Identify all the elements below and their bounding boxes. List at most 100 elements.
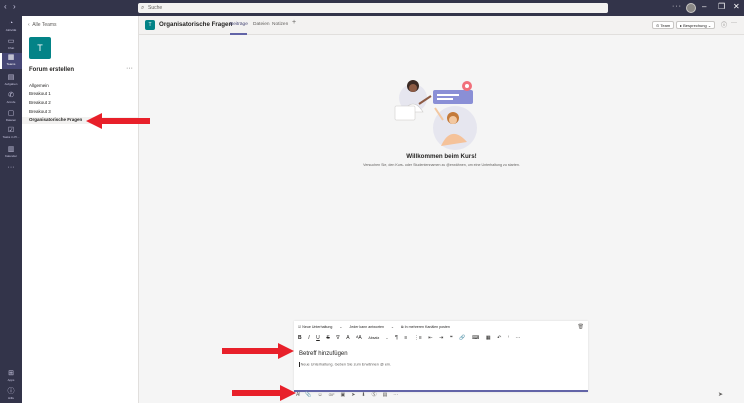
rail-label: Anrufe bbox=[6, 100, 16, 104]
camera-icon: ▸ bbox=[680, 23, 683, 28]
table-button[interactable]: ▦ bbox=[486, 335, 491, 341]
tab-notes[interactable]: Notizen bbox=[272, 22, 288, 27]
code-button[interactable]: ⌨ bbox=[472, 335, 479, 341]
numbered-list-button[interactable]: ⋮≡ bbox=[414, 335, 422, 341]
subject-field[interactable]: Betreff hinzufügen bbox=[299, 351, 348, 357]
rail-item-files[interactable]: ▢ Dateien bbox=[0, 110, 22, 122]
praise-icon[interactable]: ⬇ bbox=[361, 392, 365, 398]
compose-more-icon[interactable]: ··· bbox=[393, 392, 398, 398]
tab-posts[interactable]: Beiträge bbox=[230, 22, 248, 27]
clear-format-button[interactable]: ¶ bbox=[395, 335, 398, 341]
bold-button[interactable]: B bbox=[298, 335, 302, 341]
info-icon[interactable]: ⓘ bbox=[721, 20, 727, 29]
attach-icon[interactable]: 📎 bbox=[305, 392, 311, 398]
meet-now-icon[interactable]: ➤ bbox=[351, 392, 355, 398]
compose-box[interactable]: ☑ Neue Unterhaltung ⌄ Jeder kann antwort… bbox=[294, 321, 588, 392]
back-nav-icon[interactable]: ‹ bbox=[4, 2, 7, 11]
rail-item-planner[interactable]: ☑ Tasks in Pl... bbox=[0, 127, 22, 139]
apps-icon: ⊞ bbox=[8, 370, 14, 377]
sticker-icon[interactable]: ▣ bbox=[340, 392, 345, 398]
bell-icon: ◔ bbox=[8, 20, 14, 27]
rail-label: Kalender bbox=[4, 154, 17, 158]
rail-item-calendar[interactable]: ▥ Kalender bbox=[0, 146, 22, 158]
message-body-field[interactable]: Neue Unterhaltung. Geben Sie zum Erwähne… bbox=[299, 362, 391, 367]
rail-label: Dateien bbox=[5, 118, 17, 122]
header-more-icon[interactable]: ··· bbox=[731, 20, 737, 26]
more-icon[interactable]: ··· bbox=[672, 3, 682, 10]
important-button[interactable]: ⁱ bbox=[508, 335, 509, 341]
italic-button[interactable]: I bbox=[308, 335, 309, 341]
rail-label: Apps bbox=[7, 378, 15, 382]
rail-item-calls[interactable]: ✆ Anrufe bbox=[0, 92, 22, 104]
rail-item-help[interactable]: ⓘ Hilfe bbox=[0, 388, 22, 400]
welcome-title: Willkommen beim Kurs! bbox=[406, 153, 477, 160]
format-more-button[interactable]: ··· bbox=[515, 335, 520, 341]
close-icon[interactable]: ✕ bbox=[733, 2, 740, 11]
chat-icon: ▭ bbox=[7, 38, 15, 45]
active-tab-underline bbox=[230, 33, 247, 35]
team-button-label: Team bbox=[660, 23, 671, 28]
underline-button[interactable]: U bbox=[316, 335, 320, 341]
rail-item-activity[interactable]: ◔ Aktivität bbox=[0, 20, 22, 32]
font-color-button[interactable]: A bbox=[346, 335, 349, 341]
format-icon[interactable]: A̸ bbox=[296, 392, 299, 398]
forms-icon[interactable]: ▤ bbox=[383, 392, 388, 398]
rail-label: Tasks in Pl... bbox=[2, 135, 20, 139]
channel-item[interactable]: Breakout 1 bbox=[29, 91, 51, 96]
maximize-icon[interactable]: ❐ bbox=[718, 2, 725, 11]
paragraph-dropdown[interactable]: Absatz ⌄ bbox=[368, 336, 388, 340]
rail-more-icon[interactable]: ··· bbox=[0, 164, 22, 171]
gif-icon[interactable]: GIF bbox=[329, 393, 335, 397]
channel-item[interactable]: Breakout 2 bbox=[29, 100, 51, 105]
strikethrough-button[interactable]: S bbox=[326, 335, 329, 341]
rail-item-assignments[interactable]: ▤ Aufgaben bbox=[0, 74, 22, 86]
outdent-button[interactable]: ⇤ bbox=[428, 335, 432, 341]
undo-button[interactable]: ↶ bbox=[497, 335, 501, 341]
team-avatar[interactable]: T bbox=[29, 37, 51, 59]
welcome-illustration bbox=[394, 80, 477, 150]
channel-header: T Organisatorische Fragen Beiträge Datei… bbox=[139, 16, 744, 35]
send-icon[interactable]: ➤ bbox=[718, 391, 723, 398]
stream-icon[interactable]: Ⓢ bbox=[372, 391, 377, 398]
rail-label: Aufgaben bbox=[4, 82, 18, 86]
channel-item[interactable]: Breakout 3 bbox=[29, 109, 51, 114]
chevron-down-icon: ⌄ bbox=[707, 23, 712, 28]
text-caret bbox=[299, 362, 300, 367]
team-more-icon[interactable]: ··· bbox=[126, 65, 133, 72]
emoji-icon[interactable]: ☺ bbox=[318, 392, 323, 398]
rail-item-teams[interactable]: ▦ Teams bbox=[0, 53, 22, 69]
multi-channel-toggle[interactable]: ⧉ In mehreren Kanälen posten bbox=[401, 325, 456, 329]
avatar[interactable] bbox=[686, 3, 696, 13]
rail-label: Teams bbox=[6, 62, 16, 66]
search-input[interactable]: ⌕ Suche bbox=[138, 3, 608, 13]
minimize-icon[interactable]: – bbox=[702, 2, 706, 11]
team-button[interactable]: ⊙ Team bbox=[652, 21, 675, 29]
rail-item-chat[interactable]: ▭ Chat bbox=[0, 38, 22, 50]
link-button[interactable]: 🔗 bbox=[459, 335, 465, 341]
channel-avatar: T bbox=[145, 20, 155, 30]
team-name: Forum erstellen bbox=[29, 67, 75, 73]
indent-button[interactable]: ⇥ bbox=[439, 335, 443, 341]
files-icon: ▢ bbox=[7, 110, 15, 117]
forward-nav-icon[interactable]: › bbox=[13, 2, 16, 11]
bullet-list-button[interactable]: ≡ bbox=[404, 335, 407, 341]
channel-item[interactable]: Allgemein bbox=[29, 83, 49, 88]
help-icon: ⓘ bbox=[7, 388, 15, 395]
teams-icon: ▦ bbox=[7, 54, 15, 61]
chevron-left-icon: ‹ bbox=[28, 22, 30, 28]
font-size-button[interactable]: ᴬA bbox=[356, 335, 362, 341]
all-teams-link[interactable]: ‹ Alle Teams bbox=[28, 22, 57, 28]
add-tab-icon[interactable]: + bbox=[292, 19, 296, 26]
delete-icon[interactable]: 🗑 bbox=[578, 324, 584, 330]
reply-permission-dropdown[interactable]: Jeder kann antworten ⌄ bbox=[349, 325, 394, 329]
new-conversation-dropdown[interactable]: ☑ Neue Unterhaltung ⌄ bbox=[298, 325, 342, 329]
highlight-button[interactable]: ∇ bbox=[336, 335, 339, 341]
annotation-arrow-subject bbox=[222, 343, 294, 359]
conversation-type-label: Neue Unterhaltung bbox=[302, 325, 333, 329]
tab-files[interactable]: Dateien bbox=[253, 22, 270, 27]
compose-options: ☑ Neue Unterhaltung ⌄ Jeder kann antwort… bbox=[298, 325, 462, 329]
quote-button[interactable]: ❝ bbox=[450, 335, 453, 341]
meeting-button[interactable]: ▸ Besprechung ⌄ bbox=[676, 21, 716, 29]
rail-item-apps[interactable]: ⊞ Apps bbox=[0, 370, 22, 382]
rail-label: Aktivität bbox=[5, 28, 17, 32]
